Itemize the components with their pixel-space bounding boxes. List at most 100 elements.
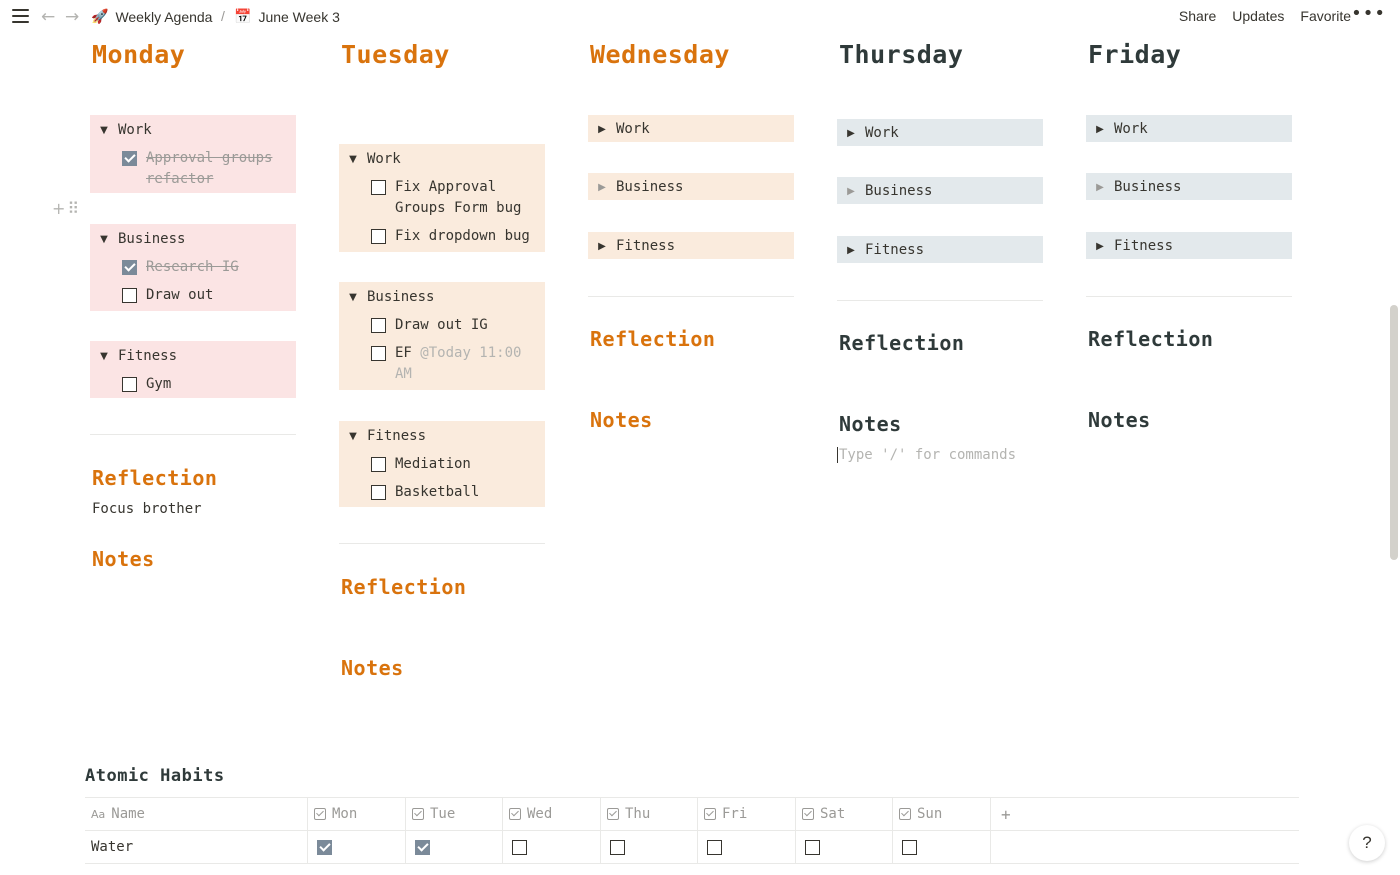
todo-text[interactable]: Gym xyxy=(146,374,171,395)
triangle-down-icon[interactable]: ▼ xyxy=(343,154,363,165)
toggle-header[interactable]: ▶ Fitness xyxy=(841,239,1039,261)
date-mention[interactable]: @Today 11:00 AM xyxy=(395,345,521,382)
column-header-label: Tue xyxy=(430,806,456,822)
todo-checkbox[interactable] xyxy=(371,229,386,244)
habit-checkbox[interactable] xyxy=(902,839,917,855)
triangle-right-icon[interactable]: ▶ xyxy=(592,124,612,135)
toggle-block-business: ▶ Business xyxy=(837,177,1043,204)
triangle-right-icon[interactable]: ▶ xyxy=(841,186,861,197)
checkbox-property-icon xyxy=(607,808,619,820)
toggle-header[interactable]: ▶ Business xyxy=(1090,176,1288,198)
triangle-down-icon[interactable]: ▼ xyxy=(94,125,114,136)
todo-text[interactable]: Draw out IG xyxy=(395,315,488,336)
column-header-wed[interactable]: Wed xyxy=(503,798,601,830)
todo-checkbox[interactable] xyxy=(371,180,386,195)
habit-checkbox[interactable] xyxy=(707,839,722,855)
todo-checkbox[interactable] xyxy=(122,377,137,392)
todo-text[interactable]: Fix dropdown bug xyxy=(395,226,530,247)
todo-text[interactable]: Approval groups refactor xyxy=(146,148,292,190)
column-header-fri[interactable]: Fri xyxy=(698,798,796,830)
reflection-heading: Reflection xyxy=(341,575,467,599)
day-column-thursday: Thursday ▶ Work ▶ Business ▶ Fitness Ref… xyxy=(837,40,1043,480)
triangle-right-icon[interactable]: ▶ xyxy=(1090,241,1110,252)
habit-checkbox[interactable] xyxy=(610,839,625,855)
toggle-label: Work xyxy=(118,122,152,138)
triangle-right-icon[interactable]: ▶ xyxy=(841,128,861,139)
block-handle[interactable]: + ⠿ xyxy=(52,199,79,218)
todo-item: Draw out xyxy=(122,285,292,306)
toggle-header[interactable]: ▶ Work xyxy=(1090,118,1288,140)
toggle-label: Business xyxy=(1114,179,1182,195)
habit-checkbox[interactable] xyxy=(805,839,820,855)
divider xyxy=(90,434,296,435)
habit-checkbox[interactable] xyxy=(512,839,527,855)
help-button[interactable]: ? xyxy=(1349,825,1385,861)
column-header-thu[interactable]: Thu xyxy=(601,798,698,830)
favorite-button[interactable]: Favorite xyxy=(1300,8,1351,24)
add-column-button[interactable]: + xyxy=(991,798,1299,830)
todo-checkbox[interactable] xyxy=(122,260,137,275)
toggle-label: Business xyxy=(865,183,933,199)
more-options-icon[interactable]: ••• xyxy=(1351,3,1386,24)
todo-checkbox[interactable] xyxy=(371,457,386,472)
todo-checkbox[interactable] xyxy=(122,151,137,166)
vertical-scrollbar[interactable] xyxy=(1390,305,1398,560)
todo-text[interactable]: Research IG xyxy=(146,257,239,278)
triangle-right-icon[interactable]: ▶ xyxy=(1090,124,1110,135)
toggle-header[interactable]: ▼ Work xyxy=(94,119,292,141)
todo-text[interactable]: Draw out xyxy=(146,285,213,306)
todo-text[interactable]: Fix Approval Groups Form bug xyxy=(395,177,541,219)
triangle-down-icon[interactable]: ▼ xyxy=(94,234,114,245)
habit-checkbox[interactable] xyxy=(415,839,430,855)
toggle-header[interactable]: ▶ Work xyxy=(841,122,1039,144)
notes-input[interactable]: Type '/' for commands xyxy=(837,447,1016,463)
triangle-down-icon[interactable]: ▼ xyxy=(343,431,363,442)
todo-text[interactable]: Mediation xyxy=(395,454,471,475)
share-button[interactable]: Share xyxy=(1179,8,1216,24)
triangle-down-icon[interactable]: ▼ xyxy=(343,292,363,303)
toggle-header[interactable]: ▼ Fitness xyxy=(94,345,292,367)
reflection-text[interactable]: Focus brother xyxy=(92,501,202,517)
toggle-block-business: ▶ Business xyxy=(588,173,794,200)
triangle-down-icon[interactable]: ▼ xyxy=(94,351,114,362)
todo-text[interactable]: EF @Today 11:00 AM xyxy=(395,343,541,385)
todo-checkbox[interactable] xyxy=(122,288,137,303)
arrow-left-icon[interactable]: ← xyxy=(41,7,55,27)
toggle-header[interactable]: ▼ Work xyxy=(343,148,541,170)
toggle-header[interactable]: ▼ Business xyxy=(343,286,541,308)
toggle-header[interactable]: ▶ Fitness xyxy=(1090,235,1288,257)
toggle-header[interactable]: ▼ Fitness xyxy=(343,425,541,447)
day-title: Thursday xyxy=(839,40,964,69)
reflection-heading: Reflection xyxy=(1088,327,1214,351)
hamburger-icon[interactable] xyxy=(12,9,29,23)
toggle-header[interactable]: ▶ Fitness xyxy=(592,235,790,257)
todo-checkbox[interactable] xyxy=(371,318,386,333)
toggle-header[interactable]: ▶ Business xyxy=(841,180,1039,202)
toggle-header[interactable]: ▶ Business xyxy=(592,176,790,198)
breadcrumb-workspace[interactable]: 🚀 Weekly Agenda xyxy=(91,8,212,25)
toggle-header[interactable]: ▼ Business xyxy=(94,228,292,250)
breadcrumb-separator: / xyxy=(221,8,225,24)
column-header-tue[interactable]: Tue xyxy=(406,798,503,830)
updates-button[interactable]: Updates xyxy=(1232,8,1284,24)
breadcrumb-page[interactable]: 📅 June Week 3 xyxy=(234,8,340,25)
arrow-right-icon[interactable]: → xyxy=(65,7,79,27)
todo-checkbox[interactable] xyxy=(371,346,386,361)
toggle-header[interactable]: ▶ Work xyxy=(592,118,790,140)
habit-check-cell xyxy=(503,831,601,863)
triangle-right-icon[interactable]: ▶ xyxy=(1090,182,1110,193)
triangle-right-icon[interactable]: ▶ xyxy=(841,245,861,256)
todo-text[interactable]: Basketball xyxy=(395,482,479,503)
triangle-right-icon[interactable]: ▶ xyxy=(592,182,612,193)
drag-handle-icon[interactable]: ⠿ xyxy=(67,199,79,218)
column-header-sun[interactable]: Sun xyxy=(893,798,991,830)
triangle-right-icon[interactable]: ▶ xyxy=(592,241,612,252)
habit-name-cell[interactable]: Water xyxy=(85,831,308,863)
habit-checkbox[interactable] xyxy=(317,839,332,855)
todo-checkbox[interactable] xyxy=(371,485,386,500)
plus-icon[interactable]: + xyxy=(52,199,65,218)
habit-check-cell xyxy=(796,831,893,863)
column-header-name[interactable]: Aa Name xyxy=(85,798,308,830)
column-header-mon[interactable]: Mon xyxy=(308,798,406,830)
column-header-sat[interactable]: Sat xyxy=(796,798,893,830)
